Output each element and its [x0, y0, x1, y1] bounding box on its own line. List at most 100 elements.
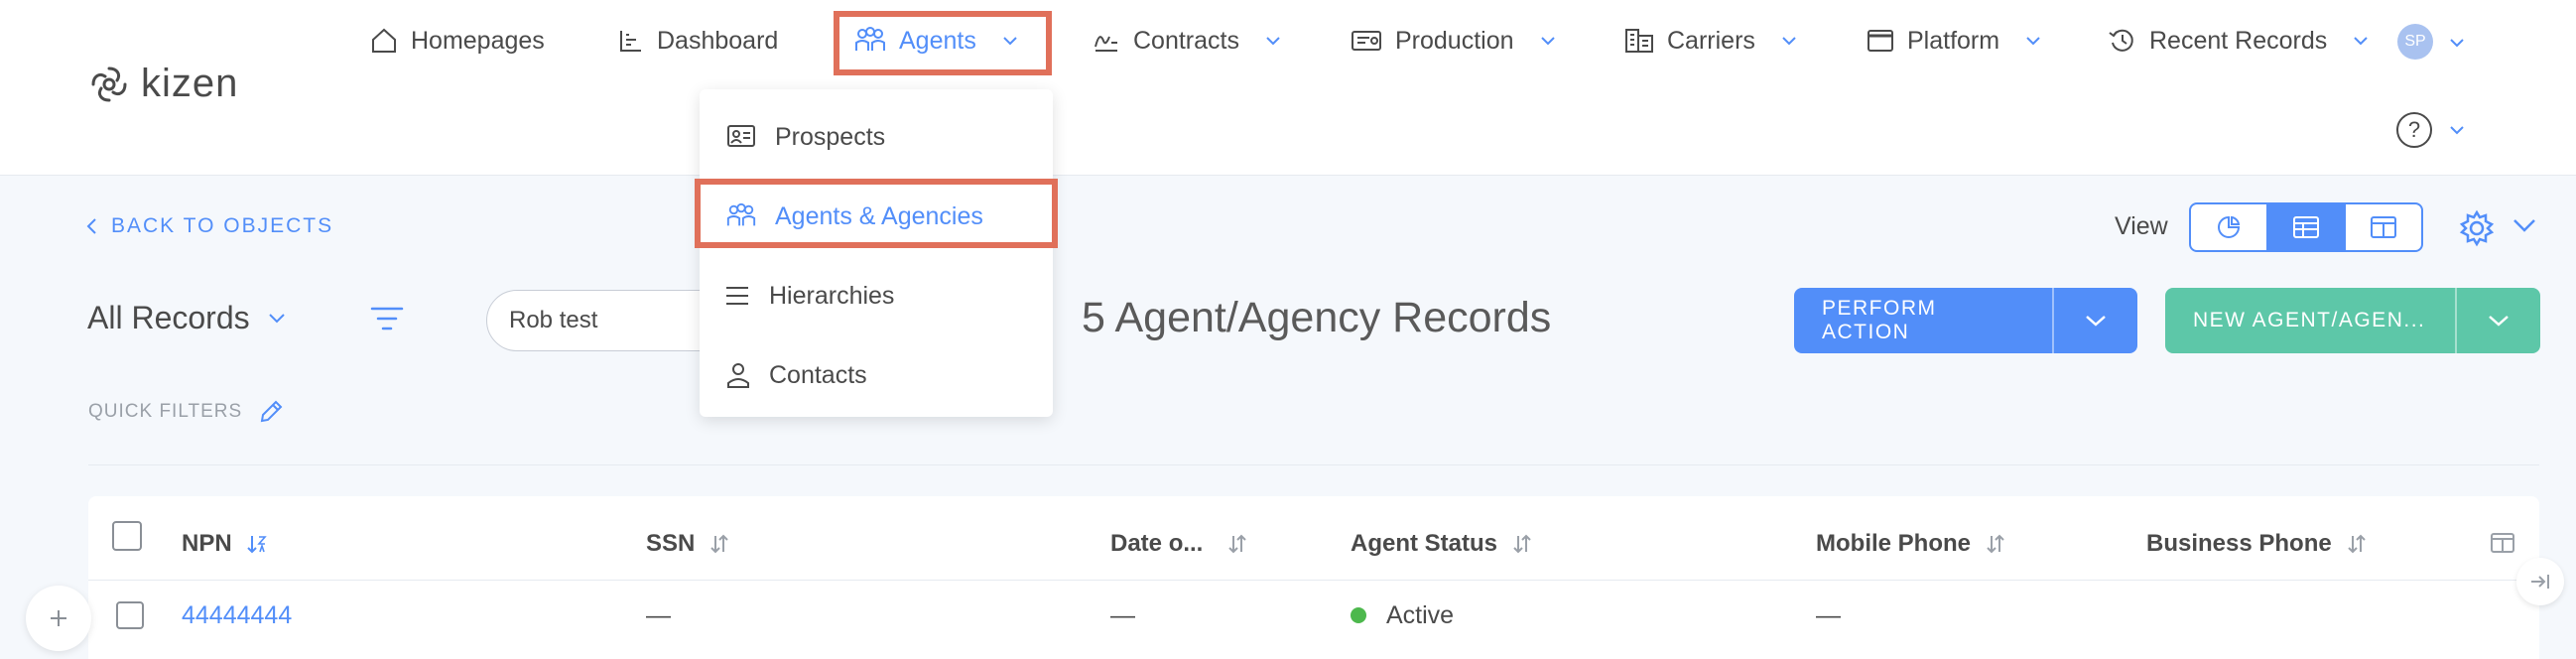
brand-name: kizen	[141, 62, 239, 105]
pencil-icon[interactable]	[258, 399, 284, 425]
pie-chart-icon	[2216, 214, 2242, 240]
chevron-down-icon	[268, 313, 286, 325]
list-icon	[723, 284, 751, 308]
row-checkbox[interactable]	[116, 601, 144, 629]
chevron-left-icon	[85, 217, 97, 235]
perform-action-button[interactable]: PERFORM ACTION	[1794, 288, 2137, 353]
table-view-button[interactable]	[2266, 204, 2344, 250]
menu-item-hierarchies[interactable]: Hierarchies	[700, 266, 1053, 326]
home-icon	[369, 26, 399, 56]
add-button[interactable]	[26, 586, 91, 651]
nav-recent-records-label: Recent Records	[2149, 26, 2328, 55]
nav-homepages[interactable]: Homepages	[369, 20, 545, 62]
settings-gear-icon[interactable]	[2457, 208, 2497, 248]
kizen-logo-icon	[87, 63, 131, 106]
agents-dropdown-menu: Prospects Agents & Agencies Hierarchies …	[700, 89, 1053, 417]
sort-icon[interactable]	[708, 533, 730, 555]
nav-carriers[interactable]: Carriers	[1623, 20, 1797, 62]
chevron-down-icon	[1265, 36, 1281, 46]
chevron-down-icon	[2488, 315, 2510, 327]
nav-carriers-label: Carriers	[1667, 26, 1755, 55]
quick-filters: QUICK FILTERS	[88, 399, 284, 425]
person-icon	[725, 361, 751, 389]
user-avatar[interactable]: SP	[2397, 24, 2433, 60]
nav-contracts[interactable]: Contracts	[1092, 20, 1281, 62]
chevron-down-icon	[1002, 36, 1018, 46]
nav-dashboard[interactable]: Dashboard	[617, 20, 778, 62]
view-toggle	[2189, 202, 2423, 252]
perform-action-label[interactable]: PERFORM ACTION	[1794, 288, 2052, 353]
cell-agent-status: Active	[1351, 595, 1454, 635]
sort-icon[interactable]	[1511, 533, 1533, 555]
column-header-ssn[interactable]: SSN	[646, 524, 730, 564]
new-agent-label[interactable]: NEW AGENT/AGEN...	[2165, 288, 2455, 353]
settings-chevron-down-icon[interactable]	[2512, 218, 2536, 232]
avatar-chevron-down-icon[interactable]	[2449, 38, 2465, 48]
building-icon	[1623, 26, 1655, 56]
cell-date: —	[1110, 600, 1135, 629]
filter-icon[interactable]	[369, 304, 405, 333]
menu-item-agents-agencies[interactable]: Agents & Agencies	[700, 187, 1053, 246]
header-row-divider	[88, 580, 2539, 581]
kizen-logo[interactable]: kizen	[87, 62, 238, 106]
cell-ssn: —	[646, 600, 671, 629]
column-settings-icon[interactable]	[2490, 532, 2515, 554]
perform-action-dropdown-button[interactable]	[2052, 288, 2137, 353]
status-active-dot	[1351, 607, 1366, 623]
help-icon[interactable]: ?	[2396, 112, 2432, 148]
records-table: NPN SSN Date o... Agent Status Mobile Ph…	[88, 496, 2539, 659]
section-divider	[88, 464, 2539, 465]
column-header-npn-label: NPN	[182, 530, 232, 557]
chevron-down-icon	[2025, 36, 2041, 46]
people-icon	[725, 202, 757, 230]
column-header-npn[interactable]: NPN	[182, 524, 268, 564]
back-to-objects-link[interactable]: BACK TO OBJECTS	[85, 214, 333, 238]
sort-icon[interactable]	[1226, 533, 1248, 555]
signature-icon	[1092, 27, 1121, 55]
money-icon	[1350, 28, 1383, 54]
column-header-mobile-phone[interactable]: Mobile Phone	[1816, 524, 2006, 564]
menu-item-contacts-label: Contacts	[769, 360, 867, 389]
cell-mobile-phone: —	[1816, 600, 1841, 629]
chevron-down-icon	[1781, 36, 1797, 46]
sort-icon[interactable]	[1985, 533, 2006, 555]
select-all-checkbox[interactable]	[112, 521, 142, 551]
quick-filters-label: QUICK FILTERS	[88, 401, 243, 422]
nav-production[interactable]: Production	[1350, 20, 1556, 62]
column-header-business-phone-label: Business Phone	[2146, 530, 2332, 557]
chart-view-button[interactable]	[2191, 204, 2266, 250]
arrow-right-bar-icon	[2528, 572, 2552, 592]
column-header-date[interactable]: Date o...	[1110, 524, 1248, 564]
menu-item-prospects[interactable]: Prospects	[700, 107, 1053, 167]
expand-panel-button[interactable]	[2516, 558, 2564, 605]
column-header-ssn-label: SSN	[646, 530, 696, 557]
view-label: View	[2115, 212, 2168, 240]
menu-item-hierarchies-label: Hierarchies	[769, 281, 895, 310]
cell-npn-link[interactable]: 44444444	[182, 595, 292, 635]
column-header-business-phone[interactable]: Business Phone	[2146, 524, 2368, 564]
column-header-agent-status[interactable]: Agent Status	[1351, 524, 1533, 564]
sort-icon[interactable]	[2346, 533, 2368, 555]
help-chevron-down-icon[interactable]	[2449, 125, 2465, 135]
column-header-mobile-phone-label: Mobile Phone	[1816, 530, 1971, 557]
nav-agents-label: Agents	[899, 26, 976, 55]
new-agent-dropdown-button[interactable]	[2455, 288, 2540, 353]
menu-item-agents-agencies-label: Agents & Agencies	[775, 201, 983, 230]
records-filter-select[interactable]: All Records	[87, 300, 286, 336]
column-header-agent-status-label: Agent Status	[1351, 530, 1498, 557]
nav-contracts-label: Contracts	[1133, 26, 1239, 55]
search-value: Rob test	[509, 307, 598, 333]
record-count-heading: 5 Agent/Agency Records	[1082, 294, 1552, 341]
board-icon	[2370, 215, 2397, 239]
nav-agents[interactable]: Agents	[853, 20, 1018, 62]
chevron-down-icon	[1540, 36, 1556, 46]
board-view-button[interactable]	[2344, 204, 2421, 250]
nav-recent-records[interactable]: Recent Records	[2108, 20, 2369, 62]
plus-icon	[47, 606, 70, 630]
nav-platform[interactable]: Platform	[1866, 20, 2041, 62]
nav-platform-label: Platform	[1907, 26, 2000, 55]
new-agent-button[interactable]: NEW AGENT/AGEN...	[2165, 288, 2540, 353]
menu-item-contacts[interactable]: Contacts	[700, 345, 1053, 405]
chevron-down-icon	[2085, 315, 2107, 327]
sort-descending-icon[interactable]	[246, 533, 268, 555]
